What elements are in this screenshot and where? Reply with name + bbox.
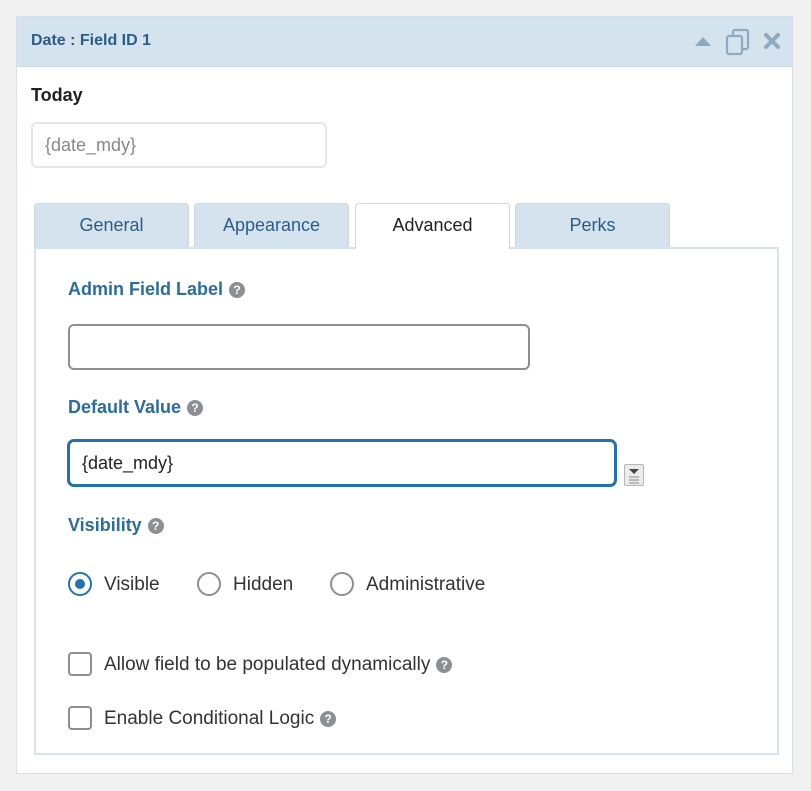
- field-label: Today: [31, 85, 83, 105]
- help-icon[interactable]: ?: [320, 711, 337, 727]
- conditional-logic-label[interactable]: Enable Conditional Logic?: [104, 708, 337, 730]
- collapse-up-icon[interactable]: [694, 34, 712, 52]
- help-icon[interactable]: ?: [187, 400, 204, 416]
- field-settings-panel: Date : Field ID 1 Today General Appearan…: [16, 16, 793, 774]
- radio-visible[interactable]: [68, 572, 92, 596]
- close-icon[interactable]: [763, 32, 781, 55]
- advanced-tab-content: Admin Field Label? Default Value? Visibi…: [34, 247, 779, 755]
- tab-advanced[interactable]: Advanced: [355, 203, 510, 249]
- radio-visible-label[interactable]: Visible: [104, 574, 160, 596]
- default-value-label: Default Value: [68, 397, 182, 417]
- tab-general[interactable]: General: [34, 203, 189, 248]
- radio-administrative-label[interactable]: Administrative: [366, 574, 485, 596]
- admin-field-label-input[interactable]: [68, 324, 530, 370]
- tab-appearance[interactable]: Appearance: [194, 203, 349, 248]
- visibility-heading: Visibility?: [68, 515, 164, 536]
- admin-field-label-text: Admin Field Label: [68, 279, 224, 299]
- radio-administrative[interactable]: [330, 572, 354, 596]
- default-value-heading: Default Value?: [68, 397, 204, 418]
- dynamic-population-label[interactable]: Allow field to be populated dynamically?: [104, 654, 453, 676]
- panel-header: Date : Field ID 1: [17, 17, 792, 67]
- field-preview-input[interactable]: [31, 122, 327, 168]
- help-icon[interactable]: ?: [229, 282, 246, 298]
- tab-perks[interactable]: Perks: [515, 203, 670, 248]
- panel-title: Date : Field ID 1: [31, 32, 152, 49]
- help-icon[interactable]: ?: [147, 518, 164, 534]
- visibility-label: Visibility: [68, 515, 142, 535]
- duplicate-icon[interactable]: [724, 28, 752, 61]
- default-value-input[interactable]: [68, 440, 616, 486]
- dynamic-population-checkbox[interactable]: [68, 652, 92, 676]
- radio-hidden-label[interactable]: Hidden: [233, 574, 293, 596]
- conditional-logic-checkbox[interactable]: [68, 706, 92, 730]
- merge-tag-icon[interactable]: [624, 464, 644, 486]
- admin-field-label-heading: Admin Field Label?: [68, 279, 246, 300]
- help-icon[interactable]: ?: [436, 657, 453, 673]
- radio-hidden[interactable]: [197, 572, 221, 596]
